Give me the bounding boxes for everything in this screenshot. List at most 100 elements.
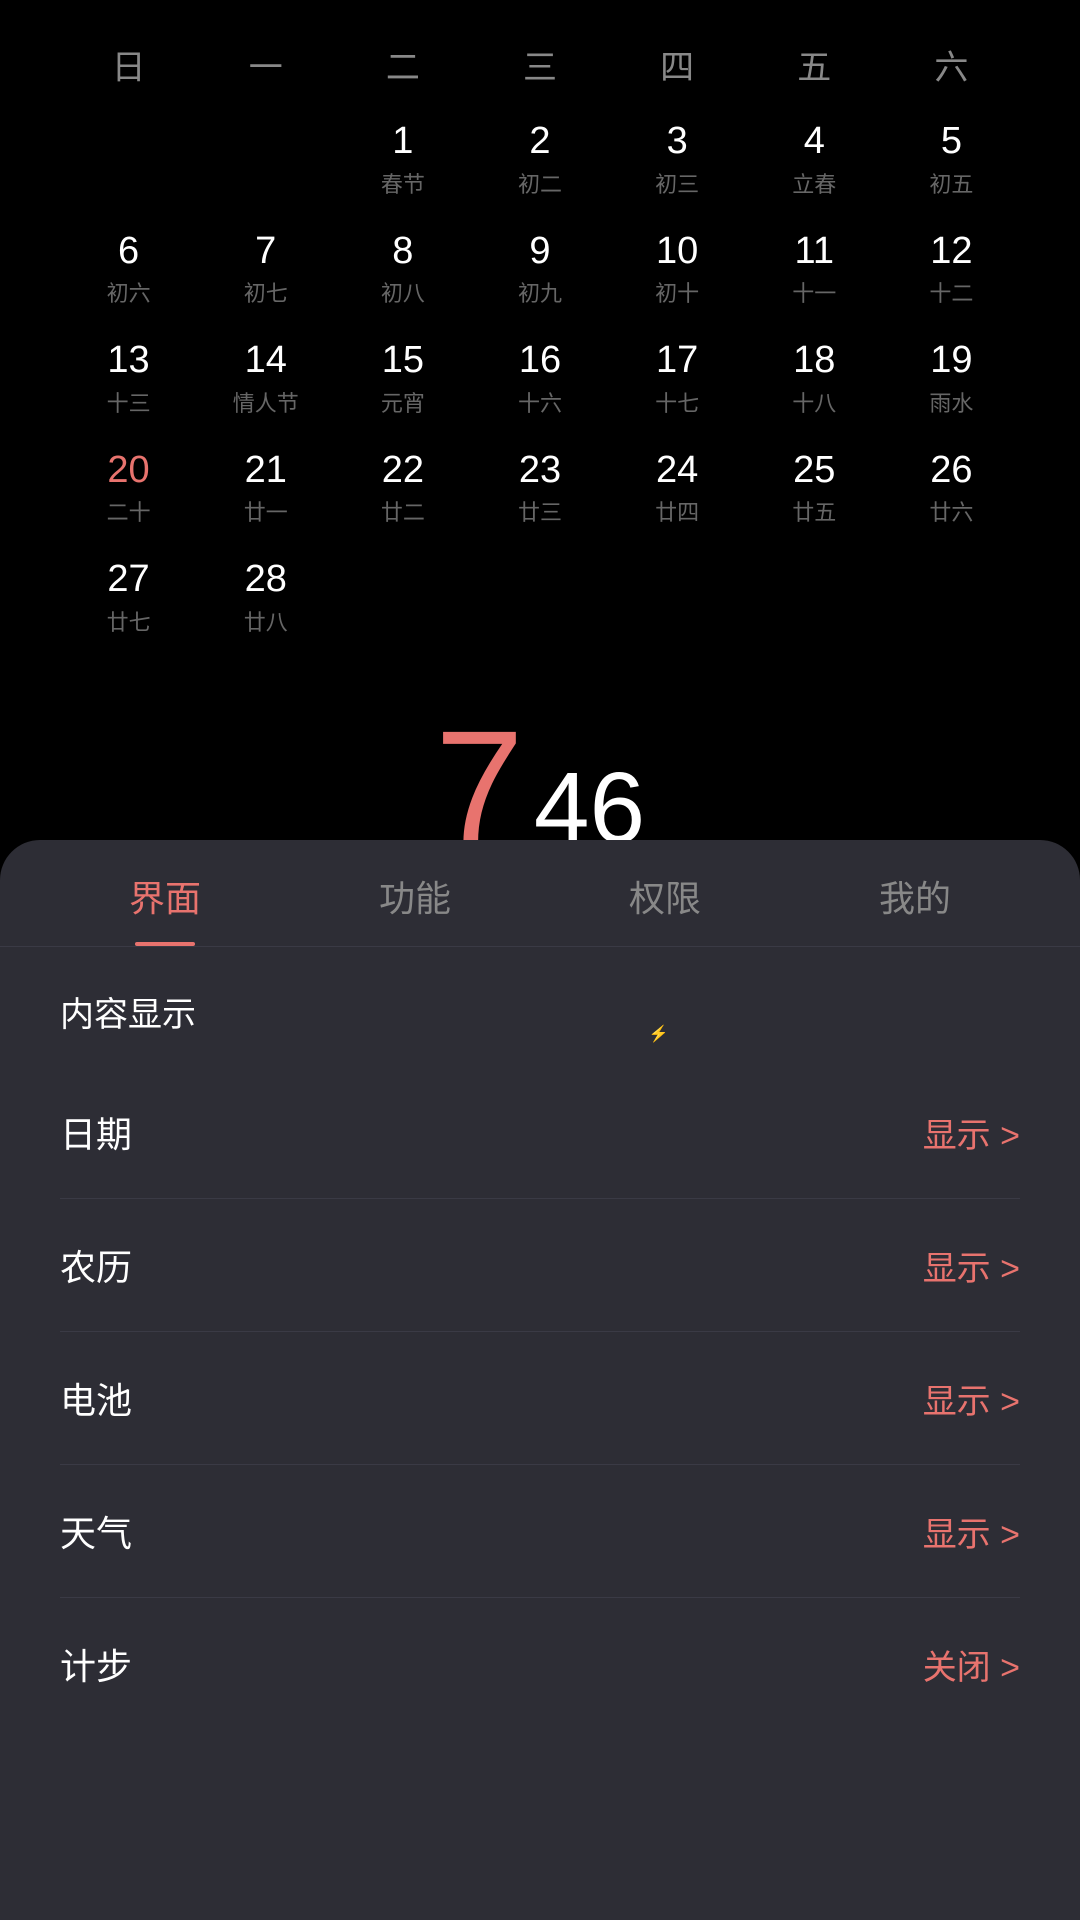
calendar-day <box>197 109 334 209</box>
calendar-day[interactable]: 3初三 <box>609 109 746 209</box>
day-number: 13 <box>60 338 197 384</box>
calendar-day[interactable]: 28廿八 <box>197 547 334 647</box>
calendar-day[interactable]: 24廿四 <box>609 438 746 538</box>
calendar-header-cell: 五 <box>746 40 883 89</box>
day-number: 17 <box>609 338 746 384</box>
lunar-label: 立春 <box>746 167 883 199</box>
lunar-label: 廿八 <box>197 605 334 637</box>
calendar-day[interactable]: 19雨水 <box>883 328 1020 428</box>
day-number: 18 <box>746 338 883 384</box>
calendar-header-cell: 一 <box>197 40 334 89</box>
calendar-day[interactable]: 6初六 <box>60 219 197 319</box>
lunar-label: 雨水 <box>883 386 1020 418</box>
day-number: 28 <box>197 557 334 603</box>
day-number: 9 <box>471 229 608 275</box>
day-number: 2 <box>471 119 608 165</box>
settings-item-label: 计步 <box>60 1638 132 1690</box>
calendar-header-cell: 二 <box>334 40 471 89</box>
calendar-day[interactable]: 10初十 <box>609 219 746 319</box>
calendar-day[interactable]: 23廿三 <box>471 438 608 538</box>
day-number: 8 <box>334 229 471 275</box>
calendar-header-cell: 六 <box>883 40 1020 89</box>
calendar-day[interactable]: 2初二 <box>471 109 608 209</box>
day-number: 27 <box>60 557 197 603</box>
bottom-panel: 界面功能权限我的 内容显示 日期显示 >农历显示 >电池显示 >天气显示 >计步… <box>0 840 1080 1920</box>
settings-item-value: 显示 > <box>923 1507 1020 1556</box>
settings-item-label: 天气 <box>60 1505 132 1557</box>
tab-item-我的[interactable]: 我的 <box>790 870 1040 946</box>
calendar-day[interactable]: 15元宵 <box>334 328 471 428</box>
tab-bar: 界面功能权限我的 <box>0 840 1080 947</box>
settings-items: 日期显示 >农历显示 >电池显示 >天气显示 >计步关闭 > <box>60 1066 1020 1730</box>
calendar-day[interactable]: 17十七 <box>609 328 746 428</box>
lunar-label: 元宵 <box>334 386 471 418</box>
lunar-label: 十二 <box>883 276 1020 308</box>
settings-item[interactable]: 农历显示 > <box>60 1199 1020 1332</box>
lunar-label: 十六 <box>471 386 608 418</box>
lunar-label: 十一 <box>746 276 883 308</box>
calendar-day[interactable]: 26廿六 <box>883 438 1020 538</box>
calendar-day <box>609 547 746 647</box>
settings-item[interactable]: 天气 显示 > <box>60 1465 1020 1598</box>
day-number: 3 <box>609 119 746 165</box>
settings-item-value: 关闭 > <box>923 1640 1020 1689</box>
lunar-label: 二十 <box>60 495 197 527</box>
calendar-header-cell: 日 <box>60 40 197 89</box>
lunar-label: 十七 <box>609 386 746 418</box>
settings-item-label: 电池 <box>60 1372 132 1424</box>
tab-item-界面[interactable]: 界面 <box>40 870 290 946</box>
calendar-day[interactable]: 4立春 <box>746 109 883 209</box>
lunar-label: 廿四 <box>609 495 746 527</box>
lunar-label: 廿七 <box>60 605 197 637</box>
calendar-day <box>471 547 608 647</box>
calendar-section: 日一二三四五六 1春节2初二3初三4立春5初五6初六7初七8初八9初九10初十1… <box>0 0 1080 667</box>
lunar-label: 初七 <box>197 276 334 308</box>
calendar-day[interactable]: 13十三 <box>60 328 197 428</box>
calendar-day[interactable]: 16十六 <box>471 328 608 428</box>
calendar-day[interactable]: 27廿七 <box>60 547 197 647</box>
lunar-label: 初二 <box>471 167 608 199</box>
calendar-day[interactable]: 25廿五 <box>746 438 883 538</box>
lunar-label: 初八 <box>334 276 471 308</box>
day-number: 25 <box>746 448 883 494</box>
calendar-day[interactable]: 20二十 <box>60 438 197 538</box>
settings-item[interactable]: 日期显示 > <box>60 1066 1020 1199</box>
calendar-header: 日一二三四五六 <box>60 40 1020 89</box>
calendar-header-cell: 四 <box>609 40 746 89</box>
day-number: 12 <box>883 229 1020 275</box>
settings-item[interactable]: 计步 关闭 > <box>60 1598 1020 1730</box>
day-number: 1 <box>334 119 471 165</box>
day-number: 15 <box>334 338 471 384</box>
calendar-day[interactable]: 12十二 <box>883 219 1020 319</box>
settings-item-label: 农历 <box>60 1239 132 1291</box>
day-number: 6 <box>60 229 197 275</box>
calendar-day[interactable]: 21廿一 <box>197 438 334 538</box>
calendar-day[interactable]: 11十一 <box>746 219 883 319</box>
lunar-label: 廿五 <box>746 495 883 527</box>
calendar-day[interactable]: 7初七 <box>197 219 334 319</box>
day-number: 19 <box>883 338 1020 384</box>
lunar-label: 廿六 <box>883 495 1020 527</box>
lunar-label: 初九 <box>471 276 608 308</box>
day-number: 14 <box>197 338 334 384</box>
calendar-day <box>746 547 883 647</box>
calendar-header-cell: 三 <box>471 40 608 89</box>
calendar-day <box>883 547 1020 647</box>
calendar-day <box>60 109 197 209</box>
calendar-day[interactable]: 18十八 <box>746 328 883 428</box>
lunar-label: 廿一 <box>197 495 334 527</box>
tab-item-功能[interactable]: 功能 <box>290 870 540 946</box>
calendar-day[interactable]: 8初八 <box>334 219 471 319</box>
settings-item-value: 显示 > <box>923 1108 1020 1157</box>
day-number: 26 <box>883 448 1020 494</box>
day-number: 11 <box>746 229 883 275</box>
settings-item[interactable]: 电池显示 > <box>60 1332 1020 1465</box>
tab-item-权限[interactable]: 权限 <box>540 870 790 946</box>
calendar-day[interactable]: 5初五 <box>883 109 1020 209</box>
calendar-day[interactable]: 14情人节 <box>197 328 334 428</box>
calendar-day[interactable]: 9初九 <box>471 219 608 319</box>
calendar-day[interactable]: 1春节 <box>334 109 471 209</box>
calendar-day[interactable]: 22廿二 <box>334 438 471 538</box>
lunar-label: 十八 <box>746 386 883 418</box>
lunar-label: 廿三 <box>471 495 608 527</box>
